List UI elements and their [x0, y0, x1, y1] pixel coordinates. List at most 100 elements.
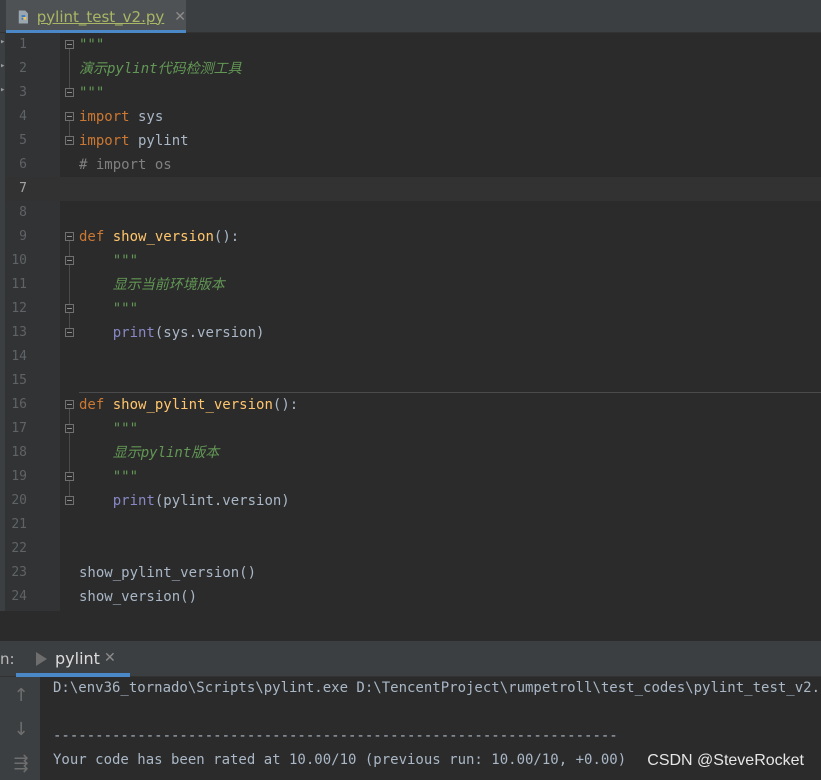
code-token: show_version: [112, 229, 214, 245]
fold-toggle-icon[interactable]: [65, 400, 74, 409]
code-line[interactable]: 15: [5, 369, 821, 393]
code-line[interactable]: 22: [5, 537, 821, 561]
code-line[interactable]: 7: [5, 177, 821, 201]
python-file-icon: [18, 10, 28, 23]
code-line[interactable]: 5 import pylint: [5, 129, 821, 153]
soft-wrap-icon[interactable]: ⇶: [10, 753, 32, 775]
code-token: (sys.version): [154, 325, 265, 341]
code-token: 显示pylint版本: [112, 445, 220, 461]
code-line[interactable]: 18 显示pylint版本: [5, 441, 821, 465]
code-token: """: [112, 301, 139, 317]
code-line[interactable]: 23 show_pylint_version(): [5, 561, 821, 585]
fold-toggle-icon[interactable]: [65, 256, 74, 265]
arrow-up-icon[interactable]: ↑: [10, 685, 32, 707]
line-number: 17: [11, 421, 27, 436]
code-text: show_pylint_version(): [79, 561, 256, 585]
code-token: pylint: [129, 133, 189, 149]
code-line[interactable]: 9 def show_version():: [5, 225, 821, 249]
console-line: D:\env36_tornado\Scripts\pylint.exe D:\T…: [53, 680, 821, 696]
line-number: 21: [11, 517, 27, 532]
line-number: 8: [19, 205, 27, 220]
line-number: 22: [11, 541, 27, 556]
code-token: """: [79, 85, 105, 101]
close-icon[interactable]: ✕: [104, 650, 116, 666]
line-number: 14: [11, 349, 27, 364]
code-token: ():: [272, 397, 299, 413]
console-line: ----------------------------------------…: [53, 728, 618, 744]
fold-toggle-icon[interactable]: [65, 112, 74, 121]
code-text: def show_pylint_version():: [79, 393, 298, 417]
code-line[interactable]: 13 print(sys.version): [5, 321, 821, 345]
code-editor[interactable]: 1 """ 2 演示pylint代码检测工具 3 """ 4 import sys 5 impor…: [5, 33, 821, 611]
code-text: import pylint: [79, 129, 189, 153]
code-token: 显示当前环境版本: [112, 277, 225, 293]
code-text: print(pylint.version): [79, 489, 290, 513]
line-number: 23: [11, 565, 27, 580]
fold-toggle-icon[interactable]: [65, 496, 74, 505]
fold-toggle-icon[interactable]: [65, 232, 74, 241]
arrow-down-icon[interactable]: ↓: [10, 719, 32, 741]
line-number: 3: [19, 85, 27, 100]
fold-toggle-icon[interactable]: [65, 304, 74, 313]
code-line[interactable]: 19 """: [5, 465, 821, 489]
strip-marker-icon: ▸: [0, 37, 6, 47]
line-number: 24: [11, 589, 27, 604]
code-text: """: [79, 417, 138, 441]
editor-tab-bar: pylint_test_v2.py ✕: [0, 0, 821, 33]
code-text: """: [79, 249, 138, 273]
code-token: def: [79, 397, 105, 413]
code-token: show_pylint_version: [112, 397, 273, 413]
code-line[interactable]: 12 """: [5, 297, 821, 321]
fold-toggle-icon[interactable]: [65, 40, 74, 49]
code-line[interactable]: 24 show_version(): [5, 585, 821, 609]
code-text: 显示pylint版本: [79, 441, 220, 465]
play-icon: [36, 652, 47, 666]
editor-tab-pylint-test[interactable]: pylint_test_v2.py ✕: [6, 0, 186, 33]
code-line[interactable]: 21: [5, 513, 821, 537]
code-text: # import os: [79, 153, 172, 177]
console-line: Your code has been rated at 10.00/10 (pr…: [53, 752, 627, 768]
run-panel-header: n: pylint ✕: [0, 641, 821, 677]
close-icon[interactable]: ✕: [174, 9, 186, 25]
code-line[interactable]: 17 """: [5, 417, 821, 441]
run-tab-label: pylint: [55, 649, 100, 668]
line-number: 12: [11, 301, 27, 316]
code-token: print: [112, 493, 155, 509]
code-line[interactable]: 10 """: [5, 249, 821, 273]
code-text: """: [79, 465, 138, 489]
fold-toggle-icon[interactable]: [65, 472, 74, 481]
run-tab-pylint[interactable]: pylint ✕: [16, 641, 130, 677]
code-line[interactable]: 4 import sys: [5, 105, 821, 129]
code-line[interactable]: 11 显示当前环境版本: [5, 273, 821, 297]
line-number: 9: [19, 229, 27, 244]
line-number: 11: [11, 277, 27, 292]
code-line[interactable]: 6 # import os: [5, 153, 821, 177]
line-number: 19: [11, 469, 27, 484]
fold-toggle-icon[interactable]: [65, 424, 74, 433]
code-token: ():: [213, 229, 240, 245]
code-line[interactable]: 20 print(pylint.version): [5, 489, 821, 513]
fold-toggle-icon[interactable]: [65, 328, 74, 337]
code-line[interactable]: 14: [5, 345, 821, 369]
code-line[interactable]: 3 """: [5, 81, 821, 105]
line-number: 5: [19, 133, 27, 148]
code-token: print: [112, 325, 155, 341]
code-text: 显示当前环境版本: [79, 273, 225, 297]
code-line[interactable]: 16 def show_pylint_version():: [5, 393, 821, 417]
code-text: print(sys.version): [79, 321, 265, 345]
line-number: 4: [19, 109, 27, 124]
fold-toggle-icon[interactable]: [65, 136, 74, 145]
strip-marker-icon: ▸: [0, 85, 6, 95]
code-line[interactable]: 2 演示pylint代码检测工具: [5, 57, 821, 81]
code-line[interactable]: 8: [5, 201, 821, 225]
fold-toggle-icon[interactable]: [65, 88, 74, 97]
line-number: 7: [19, 181, 27, 196]
code-line[interactable]: 1 """: [5, 33, 821, 57]
code-token: sys: [129, 109, 164, 125]
